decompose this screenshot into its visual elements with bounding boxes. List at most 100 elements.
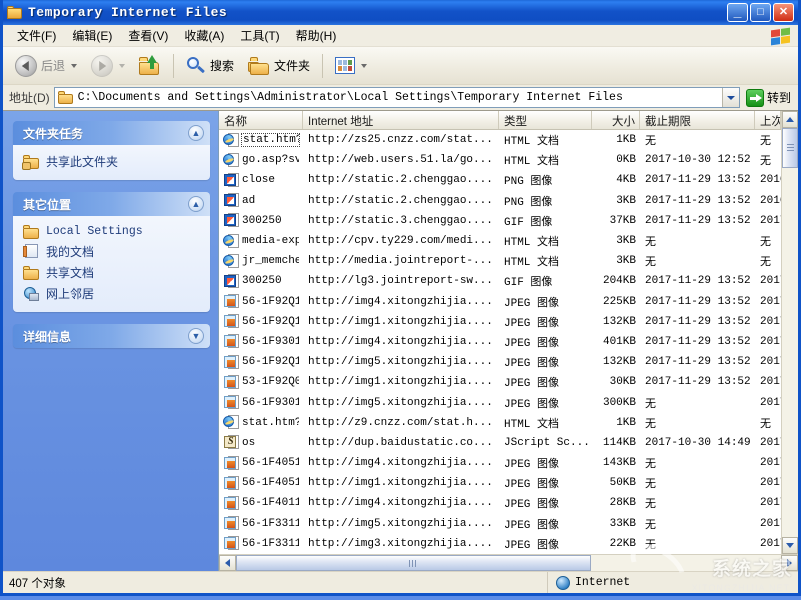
table-row[interactable]: go.asp?svid...http://web.users.51.la/go.… bbox=[219, 150, 781, 170]
sidebar-item-local-settings[interactable]: Local Settings bbox=[23, 222, 202, 241]
minimize-button[interactable]: _ bbox=[727, 3, 748, 22]
table-row[interactable]: 56-1F401143...http://img4.xitongzhijia..… bbox=[219, 493, 781, 513]
maximize-button[interactable]: □ bbox=[750, 3, 771, 22]
scroll-up-button[interactable] bbox=[782, 111, 798, 128]
cell-name: 300250 bbox=[219, 213, 303, 228]
table-row[interactable]: 300250http://lg3.jointreport-sw...GIF 图像… bbox=[219, 271, 781, 291]
horizontal-scrollbar[interactable] bbox=[219, 554, 798, 571]
table-row[interactable]: oshttp://dup.baidustatic.co...JScript Sc… bbox=[219, 433, 781, 453]
views-dropdown-icon[interactable] bbox=[361, 64, 367, 68]
table-row[interactable]: closehttp://static.2.chenggao....PNG 图像4… bbox=[219, 170, 781, 190]
chevron-up-icon[interactable]: ▲ bbox=[188, 125, 204, 141]
column-header-size[interactable]: 大小 bbox=[592, 111, 640, 129]
panel-other-places-header[interactable]: 其它位置 ▲ bbox=[13, 192, 210, 216]
scroll-right-button[interactable] bbox=[781, 555, 798, 571]
table-row[interactable]: jr_memched....http://media.jointreport-.… bbox=[219, 251, 781, 271]
address-dropdown-icon[interactable] bbox=[722, 88, 739, 107]
cell-type: JPEG 图像 bbox=[499, 334, 592, 350]
table-row[interactable]: 53-1F92Q009...http://img1.xitongzhijia..… bbox=[219, 372, 781, 392]
menu-favorites[interactable]: 收藏(A) bbox=[176, 25, 232, 46]
cell-last: 2017 bbox=[755, 275, 781, 287]
vertical-scroll-track[interactable] bbox=[782, 128, 798, 537]
folders-button[interactable]: 文件夹 bbox=[242, 53, 316, 79]
cell-last: 无 bbox=[755, 253, 781, 269]
table-row[interactable]: 56-1F405162...http://img4.xitongzhijia..… bbox=[219, 453, 781, 473]
file-name: 300250 bbox=[242, 215, 282, 227]
table-row[interactable]: 300250http://static.3.chenggao....GIF 图像… bbox=[219, 211, 781, 231]
sidebar-item-shared-documents[interactable]: 共享文档 bbox=[23, 262, 202, 283]
file-name: 300250 bbox=[242, 275, 282, 287]
cell-type: JPEG 图像 bbox=[499, 495, 592, 511]
file-name: close bbox=[242, 174, 275, 186]
panel-other-places-title: 其它位置 bbox=[23, 196, 71, 213]
close-button[interactable]: ✕ bbox=[773, 3, 794, 22]
menu-file[interactable]: 文件(F) bbox=[9, 25, 64, 46]
column-header-type[interactable]: 类型 bbox=[499, 111, 592, 129]
cell-name: ad bbox=[219, 193, 303, 208]
panel-folder-tasks-header[interactable]: 文件夹任务 ▲ bbox=[13, 121, 210, 145]
panel-details-header[interactable]: 详细信息 ▼ bbox=[13, 324, 210, 348]
sidebar-item-my-documents[interactable]: 我的文档 bbox=[23, 241, 202, 262]
up-button[interactable] bbox=[133, 52, 167, 79]
table-row[interactable]: 56-1F331134...http://img5.xitongzhijia..… bbox=[219, 514, 781, 534]
cell-url: http://lg3.jointreport-sw... bbox=[303, 275, 499, 287]
table-row[interactable]: media-expor...http://cpv.ty229.com/medi.… bbox=[219, 231, 781, 251]
menu-help[interactable]: 帮助(H) bbox=[288, 25, 345, 46]
chevron-down-icon[interactable]: ▼ bbox=[188, 328, 204, 344]
back-dropdown-icon[interactable] bbox=[71, 64, 77, 68]
file-name: media-expor... bbox=[242, 235, 299, 247]
cell-name: stat.htm?id... bbox=[219, 415, 303, 430]
vertical-scroll-thumb[interactable] bbox=[782, 128, 798, 168]
cell-size: 225KB bbox=[592, 296, 640, 308]
cell-last: 2017 bbox=[755, 457, 781, 469]
horizontal-scroll-thumb[interactable] bbox=[236, 555, 591, 571]
address-input[interactable]: C:\Documents and Settings\Administrator\… bbox=[54, 87, 740, 108]
scroll-down-button[interactable] bbox=[782, 537, 798, 554]
cell-name: go.asp?svid... bbox=[219, 153, 303, 168]
column-header-name[interactable]: 名称 bbox=[219, 111, 303, 129]
scroll-left-button[interactable] bbox=[219, 555, 236, 571]
cell-size: 28KB bbox=[592, 497, 640, 509]
jpeg-file-icon bbox=[224, 314, 239, 329]
column-header-url[interactable]: Internet 地址 bbox=[303, 111, 499, 129]
cell-type: JPEG 图像 bbox=[499, 395, 592, 411]
table-row[interactable]: 56-1F405155...http://img1.xitongzhijia..… bbox=[219, 473, 781, 493]
table-row[interactable]: stat.htm?id...http://zs25.cnzz.com/stat.… bbox=[219, 130, 781, 150]
menu-edit[interactable]: 编辑(E) bbox=[64, 25, 120, 46]
folder-icon bbox=[23, 265, 40, 280]
forward-dropdown-icon[interactable] bbox=[119, 64, 125, 68]
back-button[interactable]: 后退 bbox=[9, 51, 83, 81]
menu-tools[interactable]: 工具(T) bbox=[232, 25, 287, 46]
cell-last: 2017 bbox=[755, 356, 781, 368]
column-header-last[interactable]: 上次 bbox=[755, 111, 781, 129]
views-button[interactable] bbox=[329, 53, 373, 78]
table-row[interactable]: 56-1F331140...http://img3.xitongzhijia..… bbox=[219, 534, 781, 554]
cell-name: 56-1F401143... bbox=[219, 496, 303, 511]
sidebar-item-label: 共享此文件夹 bbox=[46, 153, 118, 170]
forward-button[interactable] bbox=[85, 51, 131, 81]
table-row[interactable]: 56-1F92Q14119http://img1.xitongzhijia...… bbox=[219, 312, 781, 332]
table-row[interactable]: 56-1F92Q14119http://img5.xitongzhijia...… bbox=[219, 352, 781, 372]
file-list-pane: 名称 Internet 地址 类型 大小 截止期限 上次 stat.htm?id… bbox=[218, 111, 798, 571]
table-row[interactable]: 56-1F930160J3http://img4.xitongzhijia...… bbox=[219, 332, 781, 352]
html-file-icon bbox=[224, 133, 239, 148]
sidebar-item-network-places[interactable]: 网上邻居 bbox=[23, 283, 202, 304]
cell-expires: 2017-11-29 13:52 bbox=[640, 376, 755, 388]
horizontal-scroll-track[interactable] bbox=[236, 555, 781, 571]
cell-last: 2017 bbox=[755, 518, 781, 530]
search-button[interactable]: 搜索 bbox=[180, 52, 240, 80]
file-list-rows: stat.htm?id...http://zs25.cnzz.com/stat.… bbox=[219, 130, 781, 554]
vertical-scrollbar[interactable] bbox=[781, 111, 798, 554]
table-row[interactable]: adhttp://static.2.chenggao....PNG 图像3KB2… bbox=[219, 191, 781, 211]
table-row[interactable]: stat.htm?id...http://z9.cnzz.com/stat.h.… bbox=[219, 413, 781, 433]
sidebar-item-share-this-folder[interactable]: 共享此文件夹 bbox=[23, 151, 202, 172]
cell-name: 300250 bbox=[219, 274, 303, 289]
table-row[interactable]: 56-1F930155238http://img5.xitongzhijia..… bbox=[219, 392, 781, 412]
menu-view[interactable]: 查看(V) bbox=[120, 25, 176, 46]
table-row[interactable]: 56-1F92Q14K4http://img4.xitongzhijia....… bbox=[219, 292, 781, 312]
cell-type: PNG 图像 bbox=[499, 193, 592, 209]
chevron-up-icon[interactable]: ▲ bbox=[188, 196, 204, 212]
go-button[interactable]: 转到 bbox=[744, 88, 796, 108]
column-header-expires[interactable]: 截止期限 bbox=[640, 111, 755, 129]
cell-expires: 2017-10-30 14:49 bbox=[640, 437, 755, 449]
